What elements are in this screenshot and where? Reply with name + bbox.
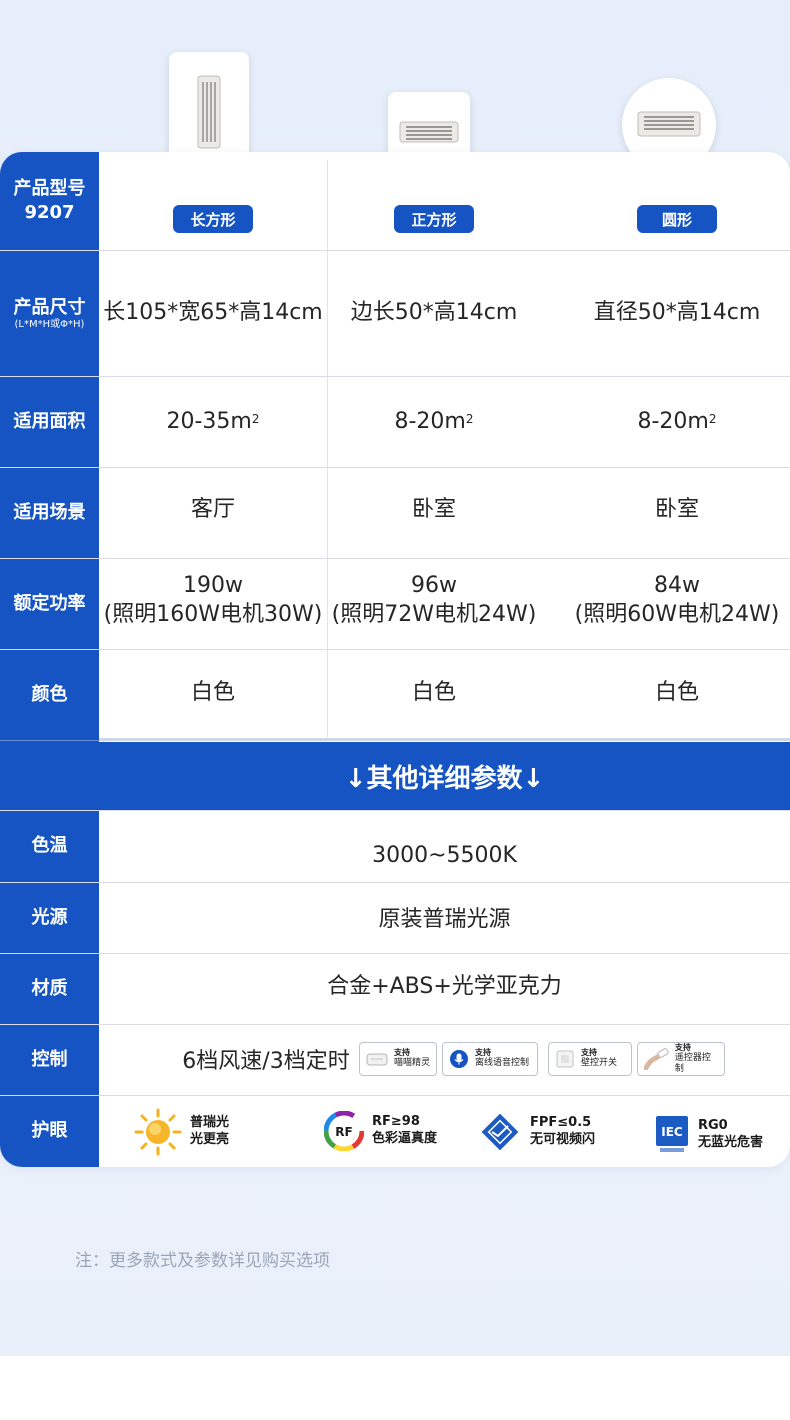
- area-value-square: 8-20m 2: [394, 408, 474, 434]
- scene-value-round: 卧室: [654, 496, 699, 522]
- color-value-square: 白色: [411, 679, 456, 705]
- svg-text:IEC: IEC: [661, 1125, 683, 1139]
- source-label: 光源: [31, 906, 68, 928]
- color-label: 颜色: [31, 683, 68, 705]
- control-badge-smart-speaker: 支持 喵喵精灵: [359, 1042, 437, 1076]
- bottom-band: [0, 1356, 790, 1420]
- rf-icon: RF: [324, 1111, 364, 1151]
- svg-text:RF: RF: [335, 1125, 352, 1139]
- area-row: 适用面积 20-35m 2 8-20m 2 8-20m 2: [0, 377, 790, 467]
- shape-tag-square: 正方形: [394, 205, 474, 233]
- feature-bright-light: 普瑞光 光更亮: [134, 1108, 229, 1156]
- microphone-icon: [450, 1050, 468, 1068]
- size-value-rectangle: 长105*宽65*高14cm: [103, 300, 323, 326]
- size-row: 产品尺寸 (L*M*H或Φ*H) 长105*宽65*高14cm 边长50*高14…: [0, 251, 790, 376]
- spec-page: 产品型号 9207 长方形 正方形 圆形 产品尺寸 (L*M*H或Φ*H) 长1…: [0, 0, 790, 1420]
- scene-row: 适用场景 客厅 卧室 卧室: [0, 468, 790, 558]
- model-label: 产品型号 9207: [0, 152, 99, 250]
- control-label: 控制: [31, 1048, 68, 1070]
- control-value: 6档风速/3档定时: [182, 1048, 350, 1074]
- power-value-rectangle: 190w (照明160W电机30W): [103, 573, 323, 627]
- material-value: 合金+ABS+光学亚克力: [327, 973, 562, 999]
- remote-control-icon: [644, 1048, 669, 1070]
- color-value-round: 白色: [654, 679, 699, 705]
- source-value: 原装普瑞光源: [378, 906, 511, 932]
- eye-label: 护眼: [31, 1120, 68, 1142]
- power-row: 额定功率 190w (照明160W电机30W) 96w (照明72W电机24W)…: [0, 559, 790, 649]
- control-badge-voice: 支持 离线语音控制: [442, 1042, 538, 1076]
- other-params-banner: ↓其他详细参数↓: [99, 742, 790, 810]
- material-row: 材质 合金+ABS+光学亚克力: [0, 954, 790, 1024]
- control-badge-wall-switch: 支持 壁控开关: [548, 1042, 632, 1076]
- iec-icon: IEC: [656, 1116, 688, 1152]
- banner-edge: [99, 738, 790, 741]
- feature-iec-rg0: IEC RG0 无蓝光危害: [654, 1114, 763, 1156]
- feature-rf: RF RF≥98 色彩逼真度: [324, 1111, 437, 1151]
- power-label: 额定功率: [13, 592, 86, 614]
- shape-tag-round: 圆形: [637, 205, 717, 233]
- scene-label: 适用场景: [13, 501, 86, 523]
- control-badge-remote: 支持 遥控器控制: [637, 1042, 725, 1076]
- area-value-round: 8-20m 2: [637, 408, 717, 434]
- model-row: 产品型号 9207: [0, 152, 790, 250]
- size-label: 产品尺寸 (L*M*H或Φ*H): [13, 296, 86, 330]
- wall-switch-icon: [556, 1050, 574, 1068]
- power-value-square: 96w (照明72W电机24W): [331, 573, 537, 627]
- flicker-free-icon: [481, 1113, 519, 1151]
- scene-value-square: 卧室: [411, 496, 456, 522]
- temp-row: 色温 3000~5500K: [0, 811, 790, 882]
- model-number: 9207: [24, 202, 75, 223]
- smart-speaker-icon: [366, 1053, 388, 1066]
- material-label: 材质: [31, 977, 68, 999]
- area-label: 适用面积: [13, 410, 86, 432]
- size-value-square: 边长50*高14cm: [350, 300, 518, 326]
- color-value-rectangle: 白色: [190, 679, 235, 705]
- temp-label: 色温: [31, 835, 68, 857]
- scene-value-rectangle: 客厅: [190, 496, 235, 522]
- row-divider: [0, 740, 99, 741]
- source-row: 光源 原装普瑞光源: [0, 883, 790, 953]
- power-value-round: 84w (照明60W电机24W): [574, 573, 780, 627]
- sun-icon: [134, 1108, 182, 1156]
- size-value-round: 直径50*高14cm: [593, 300, 761, 326]
- feature-flicker-free: FPF≤0.5 无可视频闪: [478, 1110, 595, 1154]
- footer-note: 注：更多款式及参数详见购买选项: [75, 1251, 330, 1271]
- color-row: 颜色 白色 白色 白色: [0, 650, 790, 740]
- shape-tag-rectangle: 长方形: [173, 205, 253, 233]
- area-value-rectangle: 20-35m 2: [166, 408, 260, 434]
